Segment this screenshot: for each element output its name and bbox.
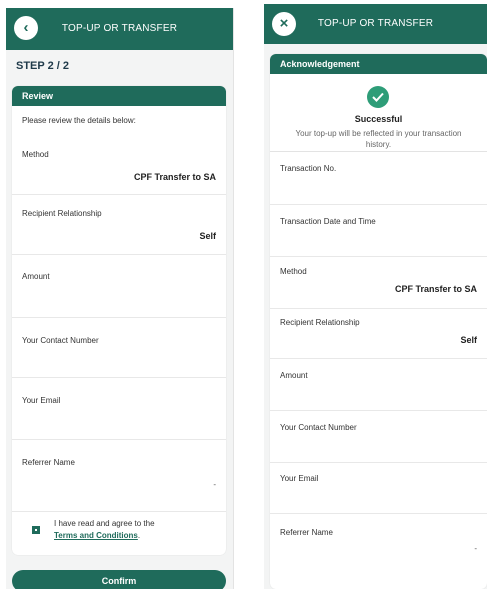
terms-checkbox[interactable] [32, 526, 40, 534]
review-header: ‹ TOP-UP OR TRANSFER [6, 8, 233, 50]
header-title: TOP-UP OR TRANSFER [317, 18, 434, 29]
field-label: Referrer Name [280, 528, 333, 537]
terms-text: I have read and agree to the Terms and C… [54, 518, 155, 542]
field-label: Transaction Date and Time [280, 217, 376, 226]
field-label: Referrer Name [22, 458, 75, 467]
field-value: CPF Transfer to SA [133, 172, 216, 182]
field-label: Recipient Relationship [280, 318, 360, 327]
field-transaction-no: Transaction No. [270, 152, 487, 205]
agree-label: I have read and agree to the [54, 519, 155, 528]
success-message: Your top-up will be reflected in your tr… [295, 129, 462, 149]
back-button[interactable]: ‹ [14, 16, 38, 40]
step-indicator: STEP 2 / 2 [16, 60, 69, 72]
dropdown-caret-icon: - [213, 480, 216, 489]
field-referrer-name: Referrer Name - [270, 514, 487, 574]
header-title: TOP-UP OR TRANSFER [61, 23, 178, 34]
chevron-left-icon: ‹ [23, 19, 29, 36]
field-method: Method CPF Transfer to SA [270, 257, 487, 309]
confirm-button[interactable]: Confirm [12, 570, 226, 589]
field-label: Your Contact Number [22, 336, 99, 345]
close-icon: × [279, 15, 289, 32]
field-method: Method CPF Transfer to SA [12, 105, 226, 195]
field-label: Method [280, 267, 307, 276]
field-contact-number: Your Contact Number [270, 411, 487, 463]
field-email: Your Email [12, 378, 226, 440]
field-email: Your Email [270, 463, 487, 514]
review-card-title: Review [12, 86, 226, 106]
field-amount: Amount [12, 255, 226, 318]
check-circle-icon [367, 86, 389, 108]
dropdown-caret-icon: - [474, 544, 477, 553]
acknowledgement-card-title: Acknowledgement [270, 54, 487, 74]
close-button[interactable]: × [272, 12, 296, 36]
field-transaction-date-time: Transaction Date and Time [270, 205, 487, 257]
field-label: Recipient Relationship [22, 209, 102, 218]
review-card: Review Please review the details below: … [12, 86, 226, 555]
acknowledgement-header: × TOP-UP OR TRANSFER [264, 4, 487, 44]
success-block: Successful Your top-up will be reflected… [270, 74, 487, 152]
acknowledgement-screen: × TOP-UP OR TRANSFER Acknowledgement Suc… [264, 4, 487, 589]
field-recipient-relationship: Recipient Relationship Self [270, 309, 487, 359]
field-label: Transaction No. [280, 164, 337, 173]
review-screen: ‹ TOP-UP OR TRANSFER STEP 2 / 2 Review P… [6, 8, 234, 589]
terms-link[interactable]: Terms and Conditions [54, 531, 138, 540]
acknowledgement-card: Acknowledgement Successful Your top-up w… [270, 54, 487, 589]
agree-suffix: . [137, 531, 141, 540]
success-title: Successful [354, 114, 403, 124]
field-value: CPF Transfer to SA [394, 284, 477, 294]
field-label: Method [22, 150, 49, 159]
field-label: Amount [22, 272, 50, 281]
field-referrer-name[interactable]: Referrer Name - [12, 440, 226, 512]
field-label: Your Email [280, 474, 319, 483]
field-recipient-relationship: Recipient Relationship Self [12, 195, 226, 255]
field-contact-number: Your Contact Number [12, 318, 226, 378]
field-label: Amount [280, 371, 308, 380]
field-value: Self [199, 231, 216, 241]
field-label: Your Contact Number [280, 423, 357, 432]
field-amount: Amount [270, 359, 487, 411]
field-label: Your Email [22, 396, 61, 405]
field-value: Self [460, 335, 477, 345]
terms-agreement: I have read and agree to the Terms and C… [12, 510, 226, 550]
